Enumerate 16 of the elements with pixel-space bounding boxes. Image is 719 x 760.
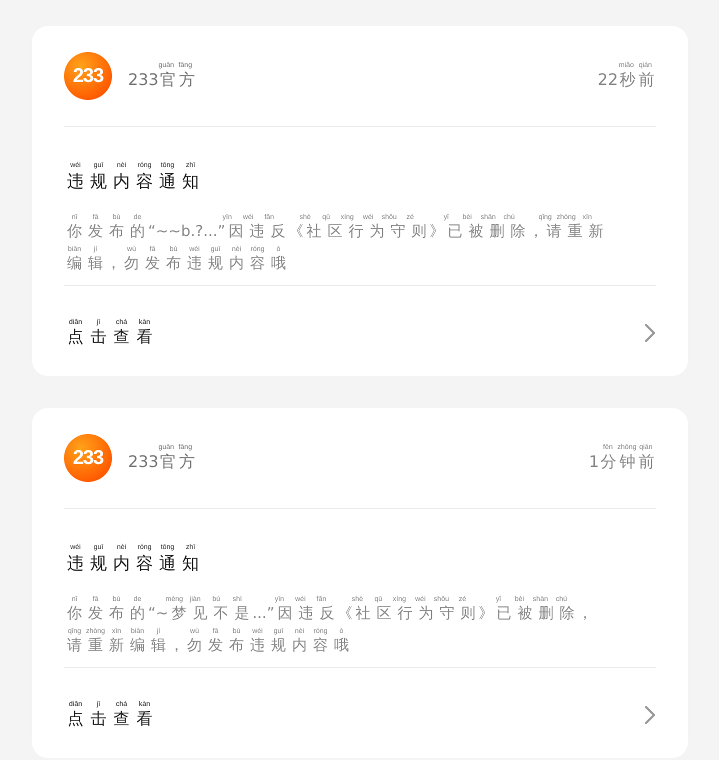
chevron-right-icon[interactable] bbox=[644, 705, 656, 725]
sender-name: 233官方 bbox=[128, 452, 196, 473]
view-details-link[interactable]: 点击查看 bbox=[64, 709, 156, 730]
sender-name: 233官方 bbox=[128, 70, 196, 91]
notification-title: 违规内容通知 bbox=[66, 553, 200, 575]
notification-message: 你发布的“~梦见不是...”因违反《社区行为守则》已被删除， bbox=[66, 604, 592, 623]
chevron-right-icon[interactable] bbox=[644, 323, 656, 343]
notification-message: 请重新编辑，勿发布违规内容哦 bbox=[66, 636, 350, 655]
timestamp: 1分钟前 bbox=[588, 452, 656, 473]
logo-icon: 233 bbox=[64, 52, 112, 100]
notification-title: 违规内容通知 bbox=[66, 171, 200, 193]
notification-message: 你发布的“~~b.?...”因违反《社区行为守则》已被删除，请重新 bbox=[66, 222, 604, 241]
logo-icon: 233 bbox=[64, 434, 112, 482]
view-details-link[interactable]: 点击查看 bbox=[64, 327, 156, 348]
timestamp: 22秒前 bbox=[598, 70, 656, 91]
notification-message: 编辑，勿发布违规内容哦 bbox=[66, 254, 287, 273]
